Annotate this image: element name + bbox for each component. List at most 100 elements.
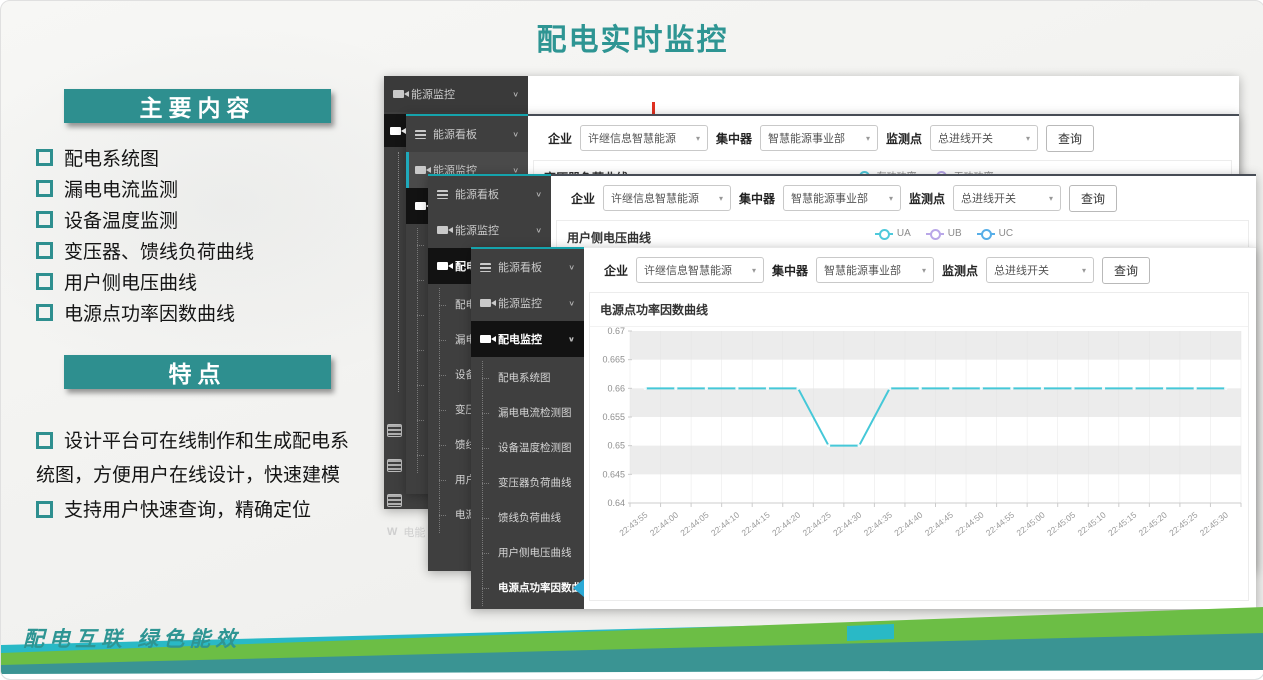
- legend-item[interactable]: UA: [875, 228, 911, 239]
- enterprise-select[interactable]: 许继信息智慧能源▾: [603, 185, 731, 211]
- x-axis-label: 22:44:35: [862, 510, 894, 538]
- menu-item-label: 能源看板: [455, 186, 499, 202]
- bullet-square-icon: [36, 180, 53, 197]
- legend-item[interactable]: UC: [977, 228, 1013, 239]
- menu-item-label: 能源监控: [455, 222, 499, 238]
- panel-title: 用户侧电压曲线: [567, 231, 651, 245]
- menu-group-icon-3[interactable]: [387, 487, 406, 513]
- video-camera-icon: [415, 202, 426, 210]
- legend-circle: [981, 229, 992, 240]
- caret-down-icon: ▾: [866, 134, 870, 143]
- legend-circle: [879, 229, 890, 240]
- menu-item-energy-board[interactable]: 能源看板 ∨: [428, 176, 551, 212]
- filter-bar: 企业许继信息智慧能源▾集中器智慧能源事业部▾监测点总进线开关▾查询: [551, 176, 1256, 220]
- menu-item-energy-board[interactable]: 能源看板∨: [471, 249, 584, 285]
- enterprise-select[interactable]: 许继信息智慧能源▾: [636, 257, 764, 283]
- svg-text:0.64: 0.64: [607, 498, 625, 508]
- x-axis-label: 22:43:55: [617, 510, 649, 538]
- submenu-item[interactable]: 配电系统图: [471, 361, 584, 396]
- submenu-item[interactable]: 馈线负荷曲线: [471, 501, 584, 536]
- menu-item-energy-monitor[interactable]: 能源监控 ∨: [384, 76, 528, 112]
- list-item: 设备温度监测: [36, 204, 366, 235]
- select-value: 许继信息智慧能源: [588, 130, 676, 146]
- video-camera-icon: [480, 335, 491, 343]
- select-value: 许继信息智慧能源: [611, 190, 699, 206]
- caret-down-icon: ▾: [922, 266, 926, 275]
- video-camera-icon: [480, 299, 491, 307]
- menu-item-energy-monitor[interactable]: 能源监控∨: [428, 212, 551, 248]
- svg-text:0.65: 0.65: [607, 441, 625, 451]
- list-item-label: 设备温度监测: [64, 206, 178, 233]
- bullet-square-icon: [36, 211, 53, 228]
- x-axis-label: 22:44:40: [892, 510, 924, 538]
- menu-item-dist-monitor[interactable]: 配电监控∨: [471, 321, 584, 357]
- x-axis-label: 22:44:30: [831, 510, 863, 538]
- point-select[interactable]: 总进线开关▾: [930, 125, 1038, 151]
- concentrator-select[interactable]: 智慧能源事业部▾: [760, 125, 878, 151]
- list-item: 配电系统图: [36, 142, 366, 173]
- point-label: 监测点: [942, 262, 978, 279]
- menu-item-energy-board[interactable]: 能源看板∨: [406, 116, 528, 152]
- legend-item[interactable]: UB: [926, 228, 962, 239]
- concentrator-label: 集中器: [716, 130, 752, 147]
- query-button[interactable]: 查询: [1102, 257, 1150, 284]
- tree-line: [398, 152, 399, 392]
- slide: 配电实时监控 主要内容 配电系统图漏电电流监测设备温度监测变压器、馈线负荷曲线用…: [0, 0, 1263, 680]
- x-axis-label: 22:45:10: [1076, 510, 1108, 538]
- x-axis-label: 22:44:45: [923, 510, 955, 538]
- sidebar-power-factor: 能源看板∨能源监控∨配电监控∨ 配电系统图漏电电流检测图设备温度检测图变压器负荷曲…: [471, 247, 584, 609]
- menu-item-energy-quality[interactable]: W 电能: [387, 524, 425, 540]
- list-item-label: 漏电电流监测: [64, 175, 178, 202]
- svg-text:0.66: 0.66: [607, 383, 625, 393]
- x-axis-label: 22:44:00: [648, 510, 680, 538]
- list-item-label: 设计平台可在线制作和生成配电系统图，方便用户在线设计，快速建模: [36, 431, 349, 486]
- query-button[interactable]: 查询: [1046, 125, 1094, 152]
- menu-item-label: 能源监控: [498, 295, 542, 311]
- chart-legend: UA UB UC: [875, 228, 1013, 239]
- submenu-item[interactable]: 漏电电流检测图: [471, 396, 584, 431]
- menu-group-icon-2[interactable]: [387, 452, 406, 478]
- menu-item-label: 能源看板: [498, 259, 542, 275]
- legend-marker-icon: [875, 229, 893, 239]
- chevron-down-icon: ∨: [512, 90, 519, 99]
- select-value: 智慧能源事业部: [824, 262, 901, 278]
- submenu: 配电系统图漏电电流检测图设备温度检测图变压器负荷曲线馈线负荷曲线用户侧电压曲线电…: [471, 361, 584, 606]
- select-value: 智慧能源事业部: [791, 190, 868, 206]
- list-item-label: 用户侧电压曲线: [64, 268, 197, 295]
- point-select[interactable]: 总进线开关▾: [953, 185, 1061, 211]
- svg-text:0.67: 0.67: [607, 326, 625, 336]
- submenu-item[interactable]: 设备温度检测图: [471, 431, 584, 466]
- list-item-label: 支持用户快速查询，精确定位: [64, 500, 311, 521]
- bullet-square-icon: [36, 273, 53, 290]
- select-value: 总进线开关: [938, 130, 993, 146]
- main-content-list: 配电系统图漏电电流监测设备温度监测变压器、馈线负荷曲线用户侧电压曲线电源点功率因…: [36, 142, 366, 328]
- list-item: 变压器、馈线负荷曲线: [36, 235, 366, 266]
- x-axis-label: 22:44:05: [678, 510, 710, 538]
- menu-item-energy-monitor[interactable]: 能源监控∨: [471, 285, 584, 321]
- dashboard-icon: [415, 130, 426, 139]
- list-item-label: 电源点功率因数曲线: [64, 299, 235, 326]
- concentrator-label: 集中器: [772, 262, 808, 279]
- svg-text:0.665: 0.665: [602, 355, 625, 365]
- bullet-square-icon: [36, 432, 53, 449]
- window-power-factor: 能源看板∨能源监控∨配电监控∨ 配电系统图漏电电流检测图设备温度检测图变压器负荷曲…: [471, 247, 1256, 609]
- concentrator-select[interactable]: 智慧能源事业部▾: [783, 185, 901, 211]
- point-label: 监测点: [886, 130, 922, 147]
- concentrator-select[interactable]: 智慧能源事业部 ▾: [816, 257, 934, 283]
- menu-item-label: 配电监控: [498, 331, 542, 347]
- list-item: 设计平台可在线制作和生成配电系统图，方便用户在线设计，快速建模: [36, 425, 358, 493]
- select-value: 总进线开关: [994, 262, 1049, 278]
- legend-label: UB: [948, 228, 962, 239]
- submenu-item[interactable]: 用户侧电压曲线: [471, 536, 584, 571]
- content-power-factor: 企业许继信息智慧能源▾集中器智慧能源事业部▾监测点总进线开关▾查询 电源点功率因…: [584, 247, 1256, 609]
- chevron-down-icon: ∨: [535, 190, 542, 199]
- point-select[interactable]: 总进线开关 ▾: [986, 257, 1094, 283]
- submenu-item[interactable]: 变压器负荷曲线: [471, 466, 584, 501]
- feature-list: 设计平台可在线制作和生成配电系统图，方便用户在线设计，快速建模支持用户快速查询，…: [36, 425, 358, 529]
- query-button[interactable]: 查询: [1069, 185, 1117, 212]
- caret-down-icon: ▾: [1082, 266, 1086, 275]
- x-axis-label: 22:44:20: [770, 510, 802, 538]
- x-axis-label: 22:45:05: [1045, 510, 1077, 538]
- enterprise-select[interactable]: 许继信息智慧能源▾: [580, 125, 708, 151]
- menu-group-icon-1[interactable]: [387, 417, 406, 443]
